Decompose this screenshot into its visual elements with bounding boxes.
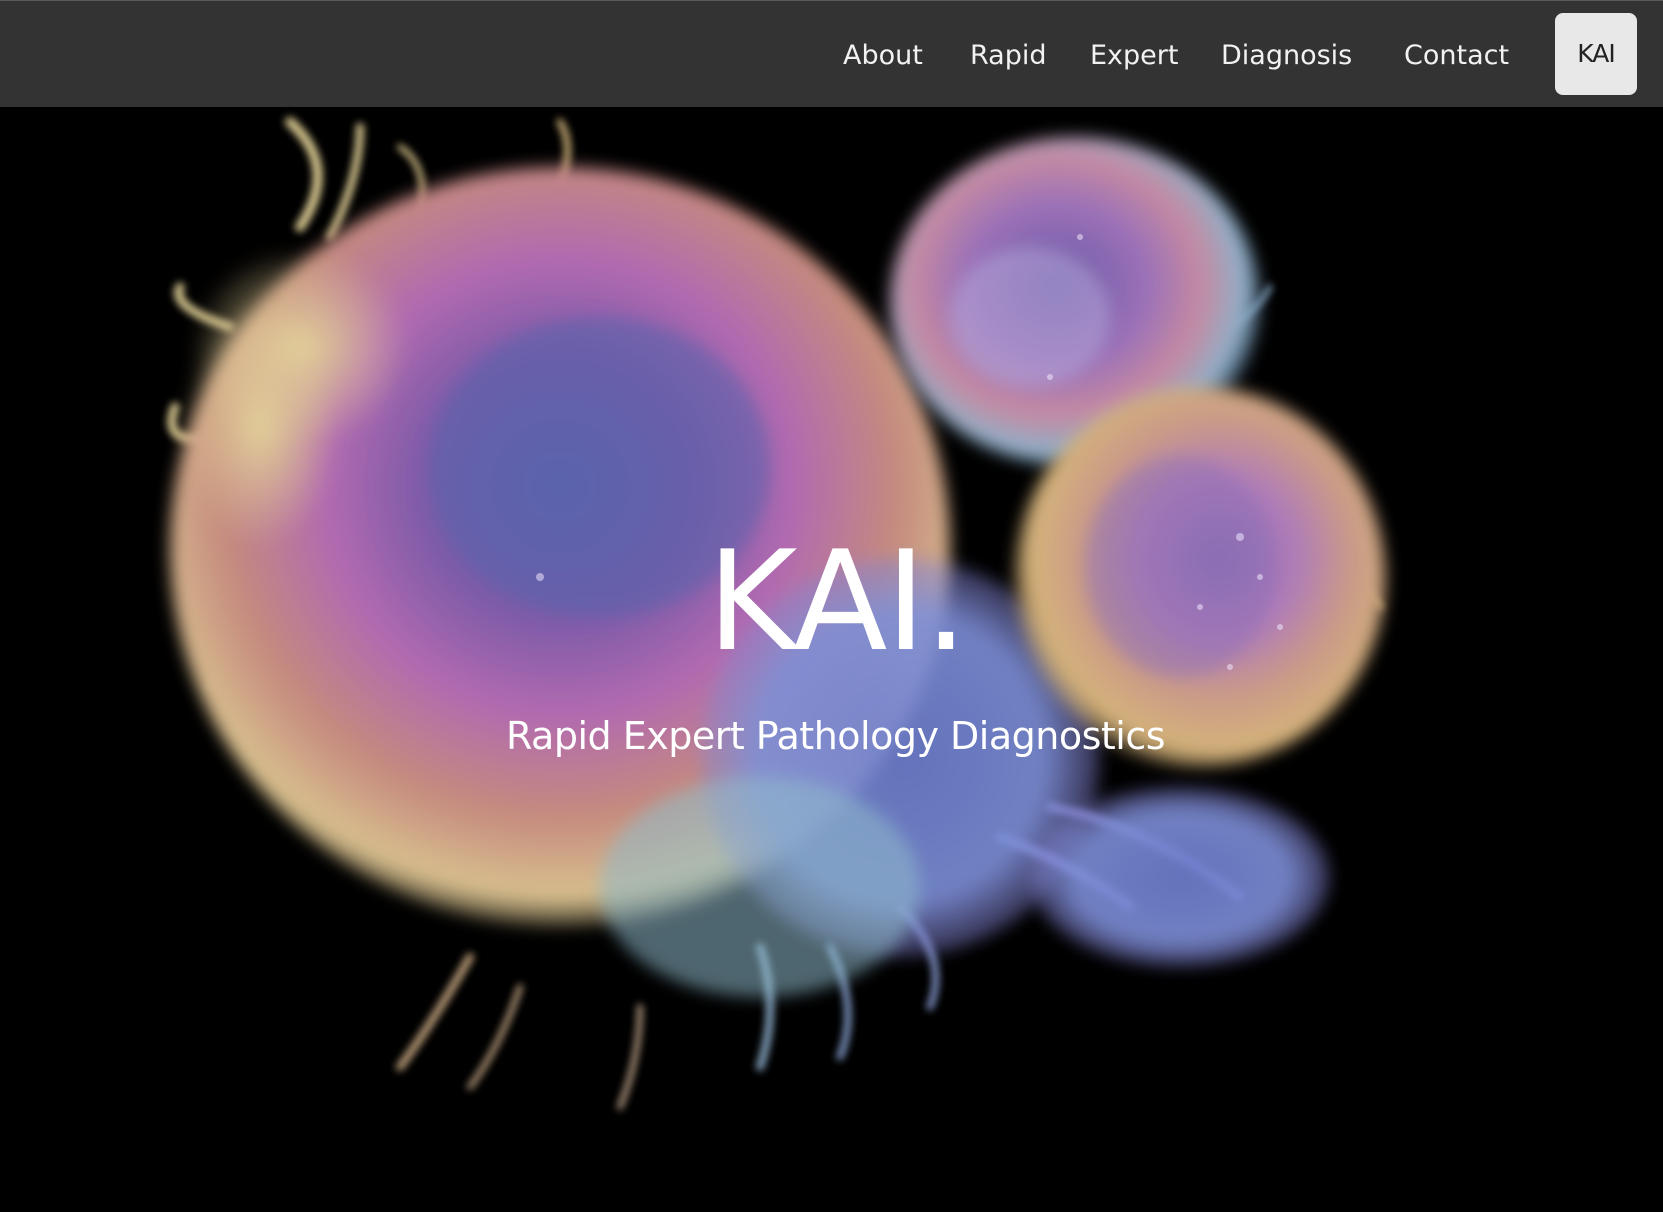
nav-link-rapid[interactable]: Rapid <box>970 39 1047 73</box>
hero-title: KAI. <box>706 521 968 682</box>
nav-link-diagnosis[interactable]: Diagnosis <box>1221 39 1352 73</box>
hero-section: KAI. Rapid Expert Pathology Diagnostics <box>0 107 1663 1212</box>
brand-home-button[interactable]: KAI <box>1555 13 1637 95</box>
hero-subtitle: Rapid Expert Pathology Diagnostics <box>505 714 1166 758</box>
nav-link-expert[interactable]: Expert <box>1090 39 1178 73</box>
top-navbar: About Rapid Expert Diagnosis Contact KAI <box>0 0 1663 107</box>
nav-link-contact[interactable]: Contact <box>1404 39 1509 73</box>
nav-link-about[interactable]: About <box>843 39 923 73</box>
